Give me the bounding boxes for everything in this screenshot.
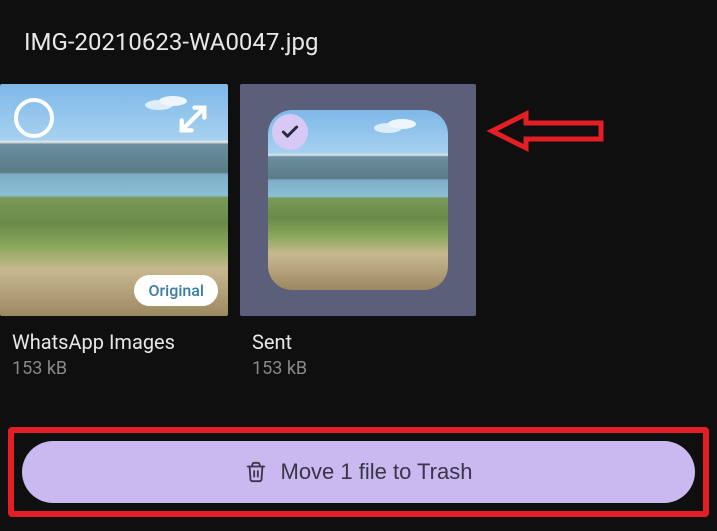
move-to-trash-button[interactable]: Move 1 file to Trash xyxy=(22,441,695,503)
thumbnail-size: 153 kB xyxy=(12,358,228,379)
thumbnail-info: Sent 153 kB xyxy=(240,316,476,379)
header: IMG-20210623-WA0047.jpg xyxy=(0,0,717,74)
thumbnail-info: WhatsApp Images 153 kB xyxy=(0,316,228,379)
thumbnail-original[interactable]: Original xyxy=(0,84,228,316)
expand-icon[interactable] xyxy=(176,102,210,136)
thumbnail-item-whatsapp: Original WhatsApp Images 153 kB xyxy=(0,84,228,379)
selected-check-icon xyxy=(272,114,308,150)
thumbnail-item-sent: Sent 153 kB xyxy=(240,84,476,379)
page-title: IMG-20210623-WA0047.jpg xyxy=(24,28,693,56)
trash-button-label: Move 1 file to Trash xyxy=(281,459,473,485)
thumbnail-size: 153 kB xyxy=(252,358,476,379)
annotation-highlight-box: Move 1 file to Trash xyxy=(8,427,709,517)
thumbnail-grid: Original WhatsApp Images 153 kB Sent 153… xyxy=(0,84,717,379)
thumbnail-image xyxy=(268,110,448,290)
trash-icon xyxy=(245,461,267,483)
selection-circle-icon[interactable] xyxy=(14,98,54,138)
thumbnail-sent[interactable] xyxy=(240,84,476,316)
thumbnail-label: WhatsApp Images xyxy=(12,330,228,354)
annotation-arrow xyxy=(486,106,606,156)
thumbnail-label: Sent xyxy=(252,330,476,354)
original-badge: Original xyxy=(134,275,218,306)
